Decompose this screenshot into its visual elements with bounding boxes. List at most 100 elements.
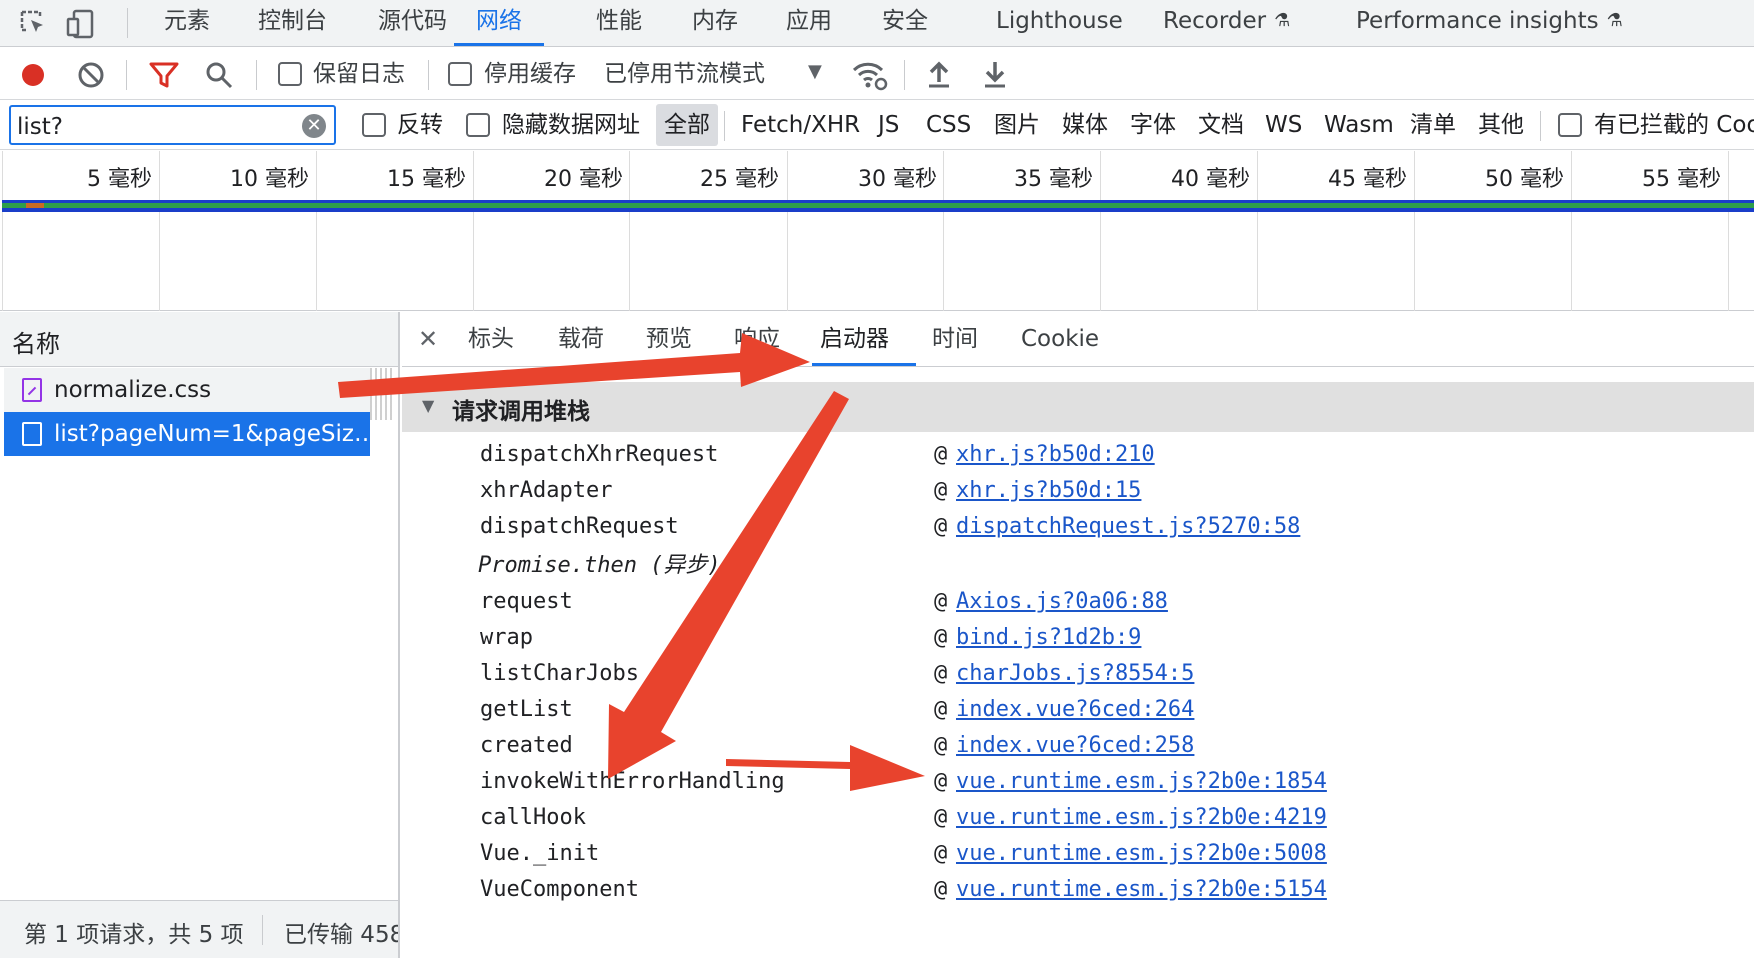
filter-type-all[interactable]: 全部: [656, 104, 718, 146]
filter-type-doc[interactable]: 文档: [1198, 104, 1244, 146]
search-icon[interactable]: [204, 60, 234, 90]
tab-payload[interactable]: 载荷: [558, 324, 604, 354]
frame-at: @: [934, 805, 948, 830]
column-resize-handle[interactable]: [370, 368, 394, 420]
frame-at: @: [934, 661, 948, 686]
tab-performance[interactable]: 性能: [596, 0, 642, 46]
stack-frame-row: xhrAdapter @ xhr.js?b50d:15: [402, 474, 1754, 510]
request-list-header[interactable]: 名称: [0, 312, 398, 367]
tab-recorder[interactable]: Recorder ⚗: [1163, 0, 1290, 46]
filter-divider: [724, 111, 725, 141]
frame-source-link[interactable]: index.vue?6ced:264: [956, 695, 1194, 725]
frame-source-link[interactable]: index.vue?6ced:258: [956, 731, 1194, 761]
tab-response[interactable]: 响应: [734, 324, 780, 354]
stack-frame-row: dispatchRequest @ dispatchRequest.js?527…: [402, 510, 1754, 546]
filter-icon[interactable]: [148, 60, 180, 90]
frame-function: request: [480, 589, 573, 614]
request-row-selected[interactable]: list?pageNum=1&pageSiz…: [4, 412, 377, 456]
stack-frame-row: dispatchXhrRequest @ xhr.js?b50d:210: [402, 438, 1754, 474]
tab-timing[interactable]: 时间: [932, 324, 978, 354]
frame-source-link[interactable]: Axios.js?0a06:88: [956, 587, 1168, 617]
call-stack-section-header[interactable]: ▼ 请求调用堆栈: [402, 382, 1754, 432]
filter-type-css[interactable]: CSS: [926, 104, 971, 146]
close-details-icon[interactable]: ✕: [418, 324, 438, 354]
filter-type-fetch-xhr[interactable]: Fetch/XHR: [741, 104, 860, 146]
tab-cookies[interactable]: Cookie: [1021, 324, 1099, 354]
frame-at: @: [934, 589, 948, 614]
stylesheet-file-icon: [22, 378, 42, 402]
frame-at: @: [934, 877, 948, 902]
frame-source-link[interactable]: charJobs.js?8554:5: [956, 659, 1194, 689]
filter-type-media[interactable]: 媒体: [1062, 104, 1108, 146]
preserve-log-checkbox[interactable]: [278, 62, 302, 86]
tab-security[interactable]: 安全: [882, 0, 928, 46]
tab-preview[interactable]: 预览: [646, 324, 692, 354]
tab-console[interactable]: 控制台: [258, 0, 327, 46]
filter-type-wasm[interactable]: Wasm: [1324, 104, 1394, 146]
timeline-tick-label: 10 毫秒: [230, 167, 309, 192]
tab-headers[interactable]: 标头: [468, 324, 514, 354]
frame-function: dispatchXhrRequest: [480, 442, 719, 467]
frame-source-link[interactable]: vue.runtime.esm.js?2b0e:1854: [956, 767, 1327, 797]
tab-lighthouse[interactable]: Lighthouse: [996, 0, 1123, 46]
disable-cache-checkbox[interactable]: [448, 62, 472, 86]
clear-icon[interactable]: [76, 60, 106, 90]
timeline-tick-label: 50 毫秒: [1485, 167, 1564, 192]
throttling-select[interactable]: 已停用节流模式 ▼: [600, 52, 832, 96]
tab-performance-insights[interactable]: Performance insights ⚗: [1356, 0, 1623, 46]
tab-recorder-label: Recorder: [1163, 8, 1267, 34]
device-toolbar-icon[interactable]: [64, 6, 100, 42]
filter-type-font[interactable]: 字体: [1130, 104, 1176, 146]
waterfall-overview[interactable]: 5 毫秒 10 毫秒 15 毫秒 20 毫秒 25 毫秒 30 毫秒 35 毫秒…: [0, 151, 1754, 311]
frame-function: Vue._init: [480, 841, 600, 866]
filter-type-other[interactable]: 其他: [1478, 104, 1524, 146]
request-list-pane: 名称 normalize.css list?pageNum=1&pageSiz……: [0, 312, 400, 958]
filter-type-ws[interactable]: WS: [1265, 104, 1302, 146]
clear-filter-icon[interactable]: ✕: [302, 114, 326, 138]
frame-at: @: [934, 625, 948, 650]
frame-at: @: [934, 769, 948, 794]
frame-function: wrap: [480, 625, 533, 650]
tab-initiator[interactable]: 启动器: [820, 324, 889, 354]
record-icon[interactable]: [18, 60, 48, 90]
tab-elements[interactable]: 元素: [164, 0, 210, 46]
frame-function: created: [480, 733, 573, 758]
async-boundary-row: Promise.then (异步): [402, 549, 1754, 585]
timeline-tick-label: 20 毫秒: [544, 167, 623, 192]
frame-function: invokeWithErrorHandling: [480, 769, 785, 794]
frame-source-link[interactable]: vue.runtime.esm.js?2b0e:5008: [956, 839, 1327, 869]
frame-source-link[interactable]: vue.runtime.esm.js?2b0e:5154: [956, 875, 1327, 905]
toolbar-divider: [126, 60, 127, 90]
stack-frame-row: callHook @ vue.runtime.esm.js?2b0e:4219: [402, 801, 1754, 837]
import-har-icon[interactable]: [924, 58, 954, 90]
frame-source-link[interactable]: vue.runtime.esm.js?2b0e:4219: [956, 803, 1327, 833]
inspect-element-icon[interactable]: [16, 6, 52, 42]
filter-input[interactable]: list? ✕: [9, 105, 336, 145]
frame-source-link[interactable]: dispatchRequest.js?5270:58: [956, 512, 1300, 542]
request-row[interactable]: normalize.css: [4, 368, 370, 412]
stack-frame-row: invokeWithErrorHandling @ vue.runtime.es…: [402, 765, 1754, 801]
details-tab-bar: ✕ 标头 载荷 预览 响应 启动器 时间 Cookie: [402, 312, 1754, 367]
timeline-tick-label: 15 毫秒: [387, 167, 466, 192]
frame-source-link[interactable]: bind.js?1d2b:9: [956, 623, 1141, 653]
tab-application[interactable]: 应用: [786, 0, 832, 46]
invert-checkbox[interactable]: [362, 113, 386, 137]
tab-network[interactable]: 网络: [454, 0, 544, 46]
tab-sources[interactable]: 源代码: [378, 0, 447, 46]
frame-source-link[interactable]: xhr.js?b50d:210: [956, 440, 1155, 470]
export-har-icon[interactable]: [980, 58, 1010, 90]
network-conditions-icon[interactable]: [850, 58, 888, 92]
network-toolbar: 保留日志 停用缓存 已停用节流模式 ▼: [0, 48, 1754, 100]
filter-type-img[interactable]: 图片: [994, 104, 1040, 146]
blocked-cookies-checkbox[interactable]: [1558, 113, 1582, 137]
frame-function: VueComponent: [480, 877, 639, 902]
frame-function: getList: [480, 697, 573, 722]
experiment-flask-icon: ⚗: [1606, 10, 1623, 31]
stack-frame-row: created @ index.vue?6ced:258: [402, 729, 1754, 765]
filter-type-js[interactable]: JS: [878, 104, 899, 146]
hide-data-urls-checkbox[interactable]: [466, 113, 490, 137]
frame-source-link[interactable]: xhr.js?b50d:15: [956, 476, 1141, 506]
filter-type-manifest[interactable]: 清单: [1410, 104, 1456, 146]
stack-frame-row: VueComponent @ vue.runtime.esm.js?2b0e:5…: [402, 873, 1754, 909]
tab-memory[interactable]: 内存: [692, 0, 738, 46]
